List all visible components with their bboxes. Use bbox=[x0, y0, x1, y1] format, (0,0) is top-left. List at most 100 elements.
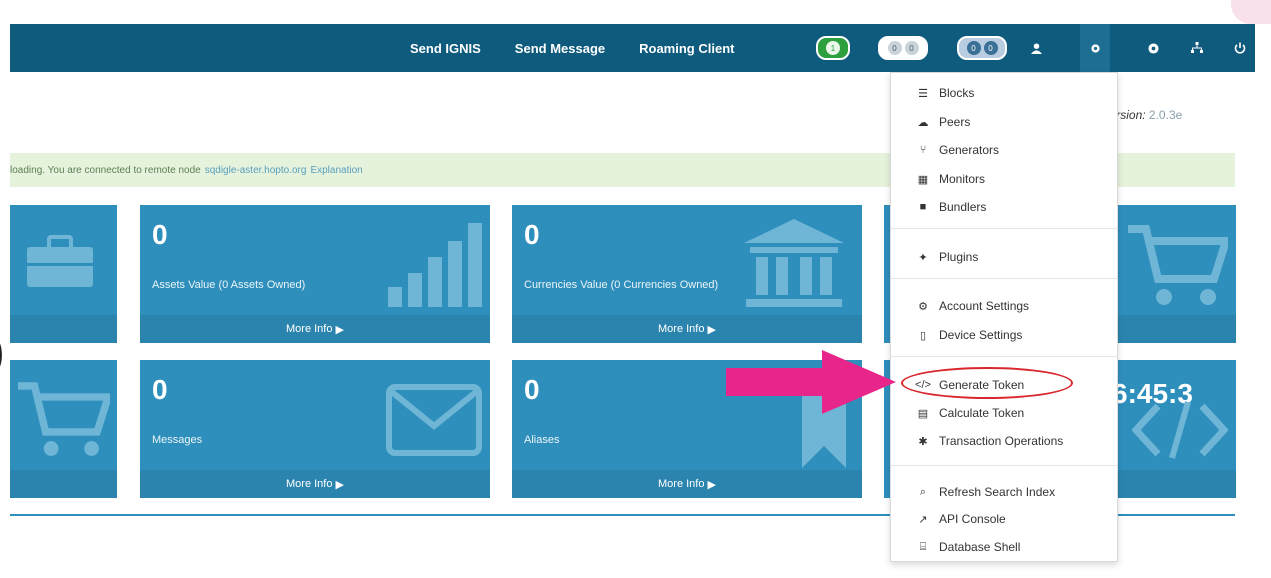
pill-count: 0 bbox=[904, 41, 919, 55]
tile-footer bbox=[1118, 315, 1236, 343]
notification-pill[interactable]: 0 0 bbox=[878, 36, 928, 60]
menu-item-calculate-token[interactable]: ▤ Calculate Token bbox=[915, 403, 1024, 423]
assets-count: 0 bbox=[152, 219, 168, 250]
help-icon[interactable] bbox=[1138, 24, 1168, 72]
alert-text: loading. You are connected to remote nod… bbox=[10, 164, 201, 176]
code-icon bbox=[1132, 401, 1228, 459]
menu-item-api-console[interactable]: ↗ API Console bbox=[915, 509, 1006, 529]
send-message-link[interactable]: Send Message bbox=[515, 41, 605, 56]
shopping-cart-icon bbox=[18, 382, 110, 456]
cloud-icon: ☁ bbox=[917, 116, 929, 129]
currencies-count: 0 bbox=[524, 219, 540, 250]
bar-chart-icon bbox=[388, 223, 482, 307]
tile-footer bbox=[10, 315, 117, 343]
aliases-count: 0 bbox=[524, 374, 540, 405]
messages-pill[interactable]: 0 0 bbox=[957, 36, 1007, 60]
remote-node-link[interactable]: sqdigle-aster.hopto.org bbox=[205, 165, 307, 176]
send-ignis-link[interactable]: Send IGNIS bbox=[410, 41, 481, 56]
assets-more-info[interactable]: More Info ▶ bbox=[140, 315, 490, 343]
menu-item-refresh-search-index[interactable]: ⌕ Refresh Search Index bbox=[915, 482, 1055, 502]
block-status-pill[interactable]: 1 bbox=[816, 36, 850, 60]
list-icon: ☰ bbox=[918, 87, 928, 100]
mobile-icon: ▯ bbox=[919, 329, 927, 342]
menu-divider bbox=[891, 228, 1117, 229]
more-info-label: More Info bbox=[658, 323, 705, 335]
menu-item-device-settings[interactable]: ▯ Device Settings bbox=[915, 325, 1022, 345]
menu-item-label: Bundlers bbox=[939, 200, 987, 214]
roaming-client-link[interactable]: Roaming Client bbox=[639, 41, 734, 56]
menu-item-label: Monitors bbox=[939, 172, 986, 186]
edge-fragment: ) bbox=[0, 328, 4, 376]
menu-item-label: Device Settings bbox=[939, 328, 1023, 342]
top-navbar: Send IGNIS Send Message Roaming Client 1… bbox=[10, 24, 1255, 72]
plug-icon: ✦ bbox=[918, 251, 928, 264]
wrench-icon: ↗ bbox=[918, 513, 928, 526]
currencies-more-info[interactable]: More Info ▶ bbox=[512, 315, 862, 343]
envelope-icon bbox=[386, 384, 482, 456]
arrow-circle-icon: ▶ bbox=[335, 323, 344, 336]
tile-currencies: 0 Currencies Value (0 Currencies Owned) … bbox=[512, 205, 862, 343]
pill-count: 0 bbox=[983, 41, 998, 55]
bank-icon bbox=[744, 219, 844, 307]
user-icon[interactable] bbox=[1021, 24, 1051, 72]
currencies-label: Currencies Value (0 Currencies Owned) bbox=[524, 279, 719, 291]
menu-item-label: API Console bbox=[939, 512, 1006, 526]
menu-item-bundlers[interactable]: ■ Bundlers bbox=[915, 197, 987, 217]
settings-gear-icon[interactable] bbox=[1080, 24, 1110, 72]
menu-item-plugins[interactable]: ✦ Plugins bbox=[915, 247, 978, 267]
arrow-circle-icon: ▶ bbox=[335, 478, 344, 491]
network-icon[interactable] bbox=[1182, 24, 1212, 72]
settings-dropdown-menu: ☰ Blocks ☁ Peers ⑂ Generators ▦ Monitors ■ Bu… bbox=[890, 72, 1118, 562]
menu-item-blocks[interactable]: ☰ Blocks bbox=[915, 83, 974, 103]
power-icon[interactable] bbox=[1225, 24, 1255, 72]
more-info-label: More Info bbox=[286, 323, 333, 335]
asterisk-icon: ✱ bbox=[918, 435, 928, 448]
menu-item-label: Blocks bbox=[939, 86, 975, 100]
shopping-cart-icon bbox=[1128, 225, 1228, 305]
menu-item-label: Generators bbox=[939, 143, 1000, 157]
aliases-more-info[interactable]: More Info ▶ bbox=[512, 470, 862, 498]
pill-count: 0 bbox=[887, 41, 902, 55]
tile-messages: 0 Messages More Info ▶ bbox=[140, 360, 490, 498]
fork-icon: ⑂ bbox=[919, 144, 927, 156]
search-icon: ⌕ bbox=[919, 485, 927, 498]
menu-item-monitors[interactable]: ▦ Monitors bbox=[915, 169, 985, 189]
tile-partial-left-2 bbox=[10, 360, 117, 498]
explanation-link[interactable]: Explanation bbox=[310, 165, 362, 176]
corner-decoration bbox=[1231, 0, 1271, 24]
pill-count: 0 bbox=[966, 41, 981, 55]
messages-label: Messages bbox=[152, 434, 203, 446]
calculator-icon: ▤ bbox=[917, 407, 929, 420]
version-number: 2.0.3e bbox=[1148, 108, 1183, 122]
messages-more-info[interactable]: More Info ▶ bbox=[140, 470, 490, 498]
arrow-circle-icon: ▶ bbox=[707, 478, 716, 491]
menu-item-peers[interactable]: ☁ Peers bbox=[915, 112, 971, 132]
arrow-circle-icon: ▶ bbox=[707, 323, 716, 336]
menu-item-label: Database Shell bbox=[939, 540, 1021, 554]
menu-divider bbox=[891, 465, 1117, 466]
menu-item-label: Account Settings bbox=[939, 299, 1030, 313]
menu-item-label: Plugins bbox=[939, 250, 979, 264]
menu-item-transaction-operations[interactable]: ✱ Transaction Operations bbox=[915, 431, 1063, 451]
tile-partial-right-1 bbox=[1118, 205, 1236, 343]
aliases-label: Aliases bbox=[524, 434, 560, 446]
annotation-arrow-icon bbox=[726, 350, 896, 414]
tile-partial-left-1 bbox=[10, 205, 117, 343]
menu-item-generators[interactable]: ⑂ Generators bbox=[915, 140, 999, 160]
tile-footer bbox=[10, 470, 117, 498]
menu-divider bbox=[891, 278, 1117, 279]
menu-item-label: Transaction Operations bbox=[939, 434, 1064, 448]
more-info-label: More Info bbox=[286, 478, 333, 490]
menu-item-database-shell[interactable]: ⌸ Database Shell bbox=[915, 537, 1021, 557]
tile-clock: 6:45:3 bbox=[1112, 360, 1236, 498]
messages-count: 0 bbox=[152, 374, 168, 405]
tile-assets: 0 Assets Value (0 Assets Owned) More Inf… bbox=[140, 205, 490, 343]
menu-item-account-settings[interactable]: ⚙ Account Settings bbox=[915, 296, 1029, 316]
assets-label: Assets Value (0 Assets Owned) bbox=[152, 279, 306, 291]
gear-icon: ⚙ bbox=[918, 300, 928, 313]
more-info-label: More Info bbox=[658, 478, 705, 490]
briefcase-icon: ■ bbox=[919, 201, 927, 213]
menu-item-label: Refresh Search Index bbox=[939, 485, 1056, 499]
monitor-icon: ▦ bbox=[917, 173, 929, 186]
pill-count: 1 bbox=[826, 41, 840, 55]
